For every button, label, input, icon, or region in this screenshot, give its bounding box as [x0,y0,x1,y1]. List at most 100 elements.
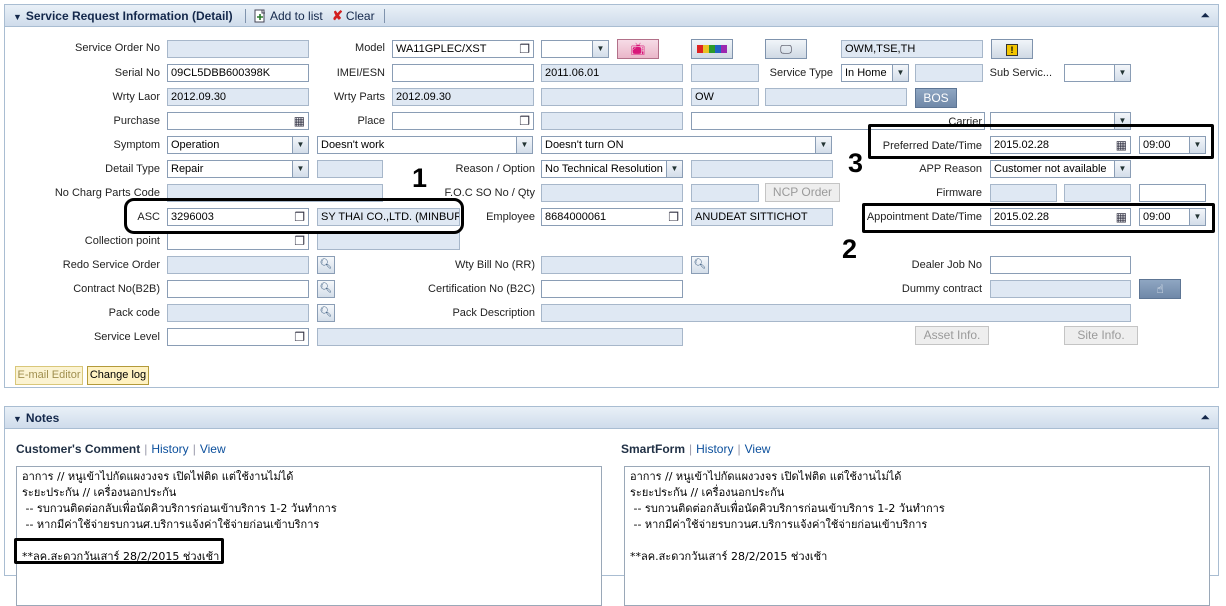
site-info-button[interactable]: Site Info. [1064,326,1138,345]
dummy-contract-button[interactable]: ☝︎ [1139,279,1181,299]
purchase-date-field[interactable]: ▦ [167,112,309,130]
search-icon[interactable]: 🔍︎ [317,256,335,274]
search-icon[interactable]: 🔍︎ [691,256,709,274]
appointment-time-select[interactable]: 09:00 ▼ [1139,208,1206,226]
detail-type-select[interactable]: Repair ▼ [167,160,309,178]
color-bar-button[interactable] [691,39,733,59]
dropdown-arrow-icon[interactable]: ▼ [592,41,608,57]
notes-header: ▼ Notes ⏶ [5,407,1218,429]
annotation-number-2: 2 [842,234,858,264]
carrier-select[interactable]: ▼ [990,112,1131,130]
calendar-icon[interactable]: ▦ [294,114,305,128]
foc-so-no-field[interactable] [541,184,683,202]
calendar-icon[interactable]: ▦ [1116,210,1127,224]
wrty-parts-field[interactable]: 2012.09.30 [392,88,534,106]
place-field[interactable]: ❐ [392,112,534,130]
value-help-icon[interactable]: ❐ [294,330,305,344]
smartform-view-link[interactable]: View [745,442,771,456]
value-help-icon[interactable]: ❐ [294,234,305,248]
model-field[interactable]: WA11GPLEC/XST ❐ [392,40,534,58]
firmware-field-2 [1064,184,1131,202]
customer-comment-history-link[interactable]: History [151,442,188,456]
tv-product-button[interactable]: 📺︎ [617,39,659,59]
panel-header: ▼ Service Request Information (Detail) Ad… [5,5,1218,27]
pack-code-field[interactable] [167,304,309,322]
foc-qty-field[interactable] [691,184,759,202]
dropdown-arrow-icon[interactable]: ▼ [1189,137,1205,153]
email-editor-button[interactable]: E-mail Editor [15,366,83,385]
collapse-panel-icon[interactable]: ⏶ [1200,411,1210,423]
redo-service-order-field[interactable] [167,256,309,274]
sub-service-select[interactable]: ▼ [1064,64,1131,82]
certification-no-field[interactable] [541,280,683,298]
symptom-level2-select[interactable]: Doesn't work ▼ [317,136,533,154]
monitor-button[interactable]: 🖵︎ [765,39,807,59]
value-help-icon[interactable]: ❐ [668,210,679,224]
extra-field [691,64,759,82]
serial-no-field[interactable]: 09CL5DBB600398K [167,64,309,82]
search-icon[interactable]: 🔍︎ [317,280,335,298]
dropdown-arrow-icon[interactable]: ▼ [292,137,308,153]
service-level-field[interactable]: ❐ [167,328,309,346]
firmware-field-1 [990,184,1057,202]
dropdown-arrow-icon[interactable]: ▼ [1114,113,1130,129]
wrty-laor-field[interactable]: 2012.09.30 [167,88,309,106]
dropdown-arrow-icon[interactable]: ▼ [1114,65,1130,81]
alert-button[interactable]: ! [991,39,1033,59]
app-reason-select[interactable]: Customer not available ▼ [990,160,1131,178]
contract-no-field[interactable] [167,280,309,298]
annotation-number-1: 1 [412,163,428,193]
reason-option-select[interactable]: No Technical Resolution ▼ [541,160,683,178]
tv-icon: 📺︎ [630,42,646,56]
label-reason-option: Reason / Option [455,163,536,175]
value-help-icon[interactable]: ❐ [519,114,530,128]
panel-title[interactable]: ▼ Service Request Information (Detail) [13,9,233,23]
appointment-date-field[interactable]: 2015.02.28 ▦ [990,208,1131,226]
firmware-field-3[interactable] [1139,184,1206,202]
preferred-time-select[interactable]: 09:00 ▼ [1139,136,1206,154]
clear-button[interactable]: ✘ Clear [332,8,375,24]
ow-desc-field [765,88,907,106]
collapse-arrow-icon[interactable]: ▼ [13,12,22,22]
search-icon[interactable]: 🔍︎ [317,304,335,322]
bos-button[interactable]: BOS [915,88,957,108]
notes-title[interactable]: ▼ Notes [13,411,59,425]
smartform-textarea[interactable]: อาการ // หนูเข้าไปกัดแผงวงจร เปิดไฟติด แ… [624,466,1210,606]
symptom-level3-select[interactable]: Doesn't turn ON ▼ [541,136,832,154]
dealer-job-no-field[interactable] [990,256,1131,274]
asset-info-button[interactable]: Asset Info. [915,326,989,345]
value-help-icon[interactable]: ❐ [519,42,530,56]
calendar-icon[interactable]: ▦ [1116,138,1127,152]
smartform-history-link[interactable]: History [696,442,733,456]
label-symptom: Symptom [113,139,160,151]
symptom-select[interactable]: Operation ▼ [167,136,309,154]
collection-point-field[interactable]: ❐ [167,232,309,250]
asc-code-field[interactable]: 3296003 ❐ [167,208,309,226]
employee-id-field[interactable]: 8684000061 ❐ [541,208,683,226]
dropdown-arrow-icon[interactable]: ▼ [666,161,682,177]
label-appointment-date-time: Appointment Date/Time [866,211,982,223]
ncp-order-button[interactable]: NCP Order [765,183,840,202]
collapse-arrow-icon[interactable]: ▼ [13,414,22,424]
dropdown-arrow-icon[interactable]: ▼ [292,161,308,177]
change-log-button[interactable]: Change log [87,366,149,385]
dropdown-arrow-icon[interactable]: ▼ [892,65,908,81]
label-no-charg-parts-code: No Charg Parts Code [54,187,160,199]
imei-esn-field[interactable] [392,64,534,82]
preferred-date-field[interactable]: 2015.02.28 ▦ [990,136,1131,154]
add-to-list-button[interactable]: Add to list [253,8,323,24]
no-charg-parts-code-field[interactable] [167,184,383,202]
customer-comment-textarea[interactable]: อาการ // หนูเข้าไปกัดแผงวงจร เปิดไฟติด แ… [16,466,602,606]
customer-comment-view-link[interactable]: View [200,442,226,456]
dropdown-arrow-icon[interactable]: ▼ [815,137,831,153]
dropdown-arrow-icon[interactable]: ▼ [1189,209,1205,225]
dropdown-arrow-icon[interactable]: ▼ [516,137,532,153]
value-help-icon[interactable]: ❐ [294,210,305,224]
service-type-select[interactable]: In Home ▼ [841,64,909,82]
model-option-select[interactable]: ▼ [541,40,609,58]
collapse-panel-icon[interactable]: ⏶ [1200,9,1210,21]
wty-bill-no-field[interactable] [541,256,683,274]
dropdown-arrow-icon[interactable]: ▼ [1114,161,1130,177]
label-service-order-no: Service Order No [75,42,160,54]
service-order-no-field[interactable] [167,40,309,58]
